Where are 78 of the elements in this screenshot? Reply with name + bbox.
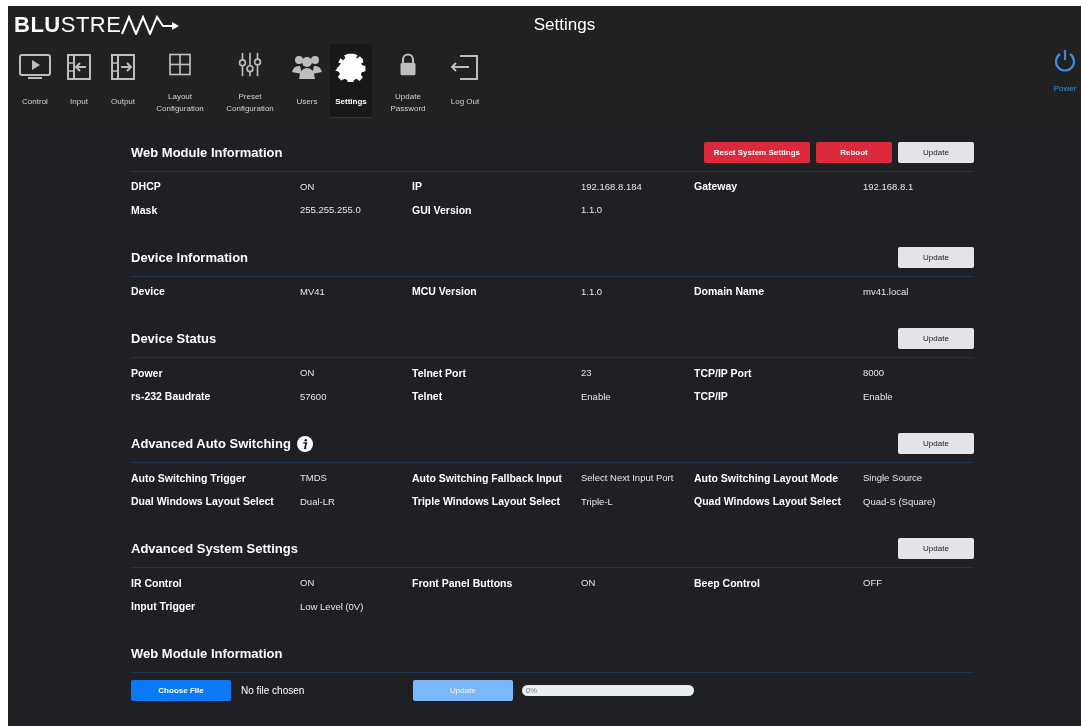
update-button[interactable]: Update	[898, 141, 974, 163]
field-value: 255.255.255.0	[300, 204, 362, 216]
power-icon	[1053, 47, 1077, 72]
field-value: Triple-L	[581, 495, 614, 507]
field-label: Auto Switching Layout Mode	[694, 471, 840, 484]
field-value: TMDS	[300, 472, 328, 484]
nav-tab[interactable]: Layout Configuration	[146, 43, 214, 118]
field-value: Dual-LR	[300, 495, 336, 507]
field-value: 1.1.0	[581, 204, 604, 216]
field-label: TCP/IP Port	[694, 366, 753, 379]
field-label: Beep Control	[694, 576, 761, 589]
choose-file-button[interactable]: Choose File	[131, 680, 231, 701]
nav-tab[interactable]: Settings	[330, 43, 372, 118]
field-value: MV41	[300, 285, 326, 297]
field-label: Quad Windows Layout Select	[694, 495, 842, 508]
action-button[interactable]: Reboot	[816, 141, 892, 163]
field-label: Domain Name	[694, 285, 766, 298]
field-value: Enable	[863, 390, 894, 402]
section-title: Web Module Information	[131, 144, 283, 160]
field-label: Triple Windows Layout Select	[412, 495, 562, 508]
field-value: Single Source	[863, 472, 924, 484]
field-value: ON	[300, 367, 316, 379]
section-title: Device Status	[131, 331, 217, 346]
field-label: MCU Version	[412, 285, 478, 298]
field-value: Low Level (0V)	[300, 600, 365, 612]
nav-tab[interactable]: Preset Configuration	[216, 43, 284, 118]
field-label: Telnet Port	[412, 366, 468, 379]
update-button[interactable]: Update	[898, 538, 974, 559]
power-button[interactable]: Power	[1051, 43, 1079, 97]
field-label: Power	[131, 366, 164, 379]
field-value: 192.168.8.1	[863, 180, 915, 192]
field-label: TCP/IP	[694, 390, 729, 403]
field-value: Enable	[581, 390, 612, 402]
file-status: No file chosen	[241, 685, 306, 696]
nav-tab[interactable]: Update Password	[374, 43, 442, 118]
field-label: IP	[412, 180, 423, 193]
field-value: 192.168.8.184	[581, 180, 643, 192]
nav-tab[interactable]: Log Out	[444, 43, 486, 118]
field-value: ON	[300, 577, 316, 589]
field-value: OFF	[863, 577, 883, 589]
field-value: 8000	[863, 367, 886, 379]
field-label: DHCP	[131, 180, 162, 193]
field-label: Gateway	[694, 180, 739, 193]
field-label: Device	[131, 285, 166, 298]
nav-tab[interactable]: Users	[286, 43, 328, 118]
field-value: mv41.local	[863, 285, 910, 297]
field-label: GUI Version	[412, 203, 473, 216]
section-title: Device Information	[131, 249, 249, 265]
field-label: Auto Switching Fallback Input	[412, 471, 563, 484]
tv-play-icon	[18, 51, 52, 82]
field-label: Front Panel Buttons	[412, 576, 514, 589]
nav-tab[interactable]: Output	[102, 43, 144, 118]
field-label: Dual Windows Layout Select	[131, 495, 275, 508]
field-value: Select Next Input Port	[581, 472, 675, 484]
field-value: 1.1.0	[581, 285, 604, 297]
field-label: rs-232 Baudrate	[131, 390, 212, 403]
field-label: Input Trigger	[131, 600, 197, 613]
nav-tab[interactable]: Input	[58, 43, 100, 118]
field-label: IR Control	[131, 576, 183, 589]
nav-tab[interactable]: Control	[14, 43, 56, 118]
update-button[interactable]: Update	[898, 328, 974, 349]
field-value: ON	[581, 577, 597, 589]
action-button[interactable]: Reset System Settings	[703, 141, 810, 163]
field-value: 57600	[300, 390, 328, 402]
section-title: Advanced Auto Switching	[131, 436, 291, 451]
section-title: Web Module Information	[131, 646, 283, 661]
field-label: Auto Switching Trigger	[131, 471, 247, 484]
update-button[interactable]: Update	[898, 433, 974, 454]
section-title: Advanced System Settings	[131, 541, 298, 556]
field-value: ON	[300, 180, 316, 192]
field-label: Mask	[131, 203, 159, 216]
logo-text: BLUSTRE	[14, 11, 122, 38]
field-value: 23	[581, 367, 593, 379]
update-button[interactable]: Update	[898, 246, 974, 268]
page-title: Settings	[532, 14, 597, 35]
logo-wave-icon	[121, 14, 180, 35]
field-label: Telnet	[412, 390, 444, 403]
field-value: Quad-S (Square)	[863, 495, 937, 507]
